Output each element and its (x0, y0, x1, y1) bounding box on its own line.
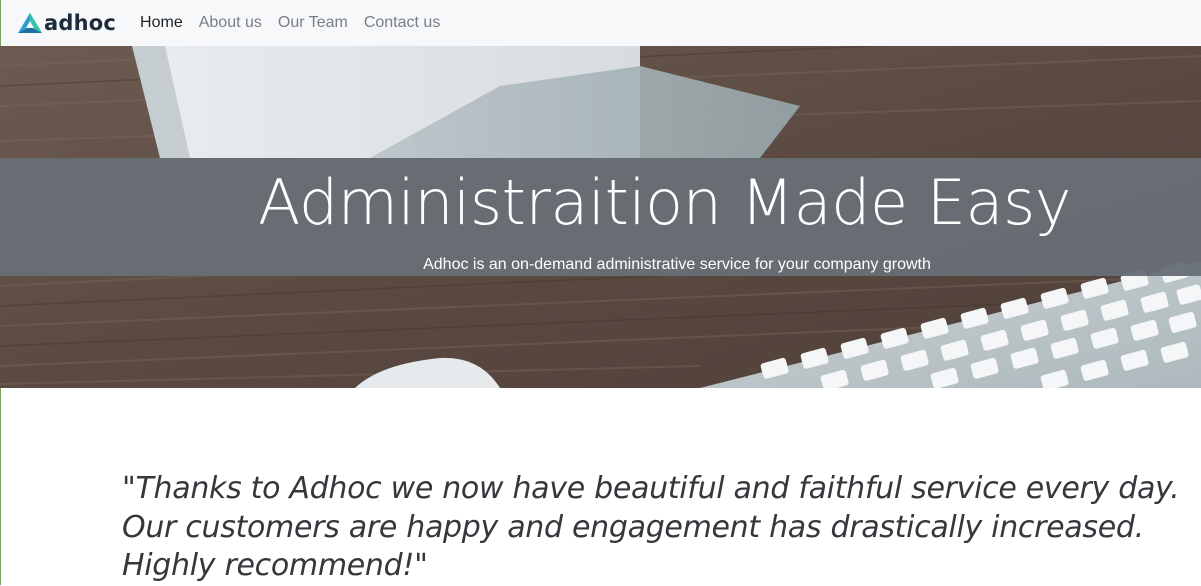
nav-about-link[interactable]: About us (199, 14, 262, 31)
triangle-logo-icon (17, 12, 43, 34)
brand-logo-link[interactable]: adhoc (17, 11, 116, 35)
navbar: adhoc Home About us Our Team Contact us (0, 0, 1201, 46)
brand-name: adhoc (44, 11, 117, 35)
hero-title: Administraition Made Easy (258, 166, 1071, 239)
nav-contact-link[interactable]: Contact us (364, 14, 440, 31)
hero-subtitle: Adhoc is an on-demand administrative ser… (423, 256, 931, 273)
testimonial-quote: "Thanks to Adhoc we now have beautiful a… (122, 471, 1180, 583)
nav-home-link[interactable]: Home (140, 14, 183, 31)
nav-menu: Home About us Our Team Contact us (140, 14, 456, 32)
hero-section: Administraition Made Easy Adhoc is an on… (0, 46, 1201, 388)
nav-team-link[interactable]: Our Team (278, 14, 348, 31)
